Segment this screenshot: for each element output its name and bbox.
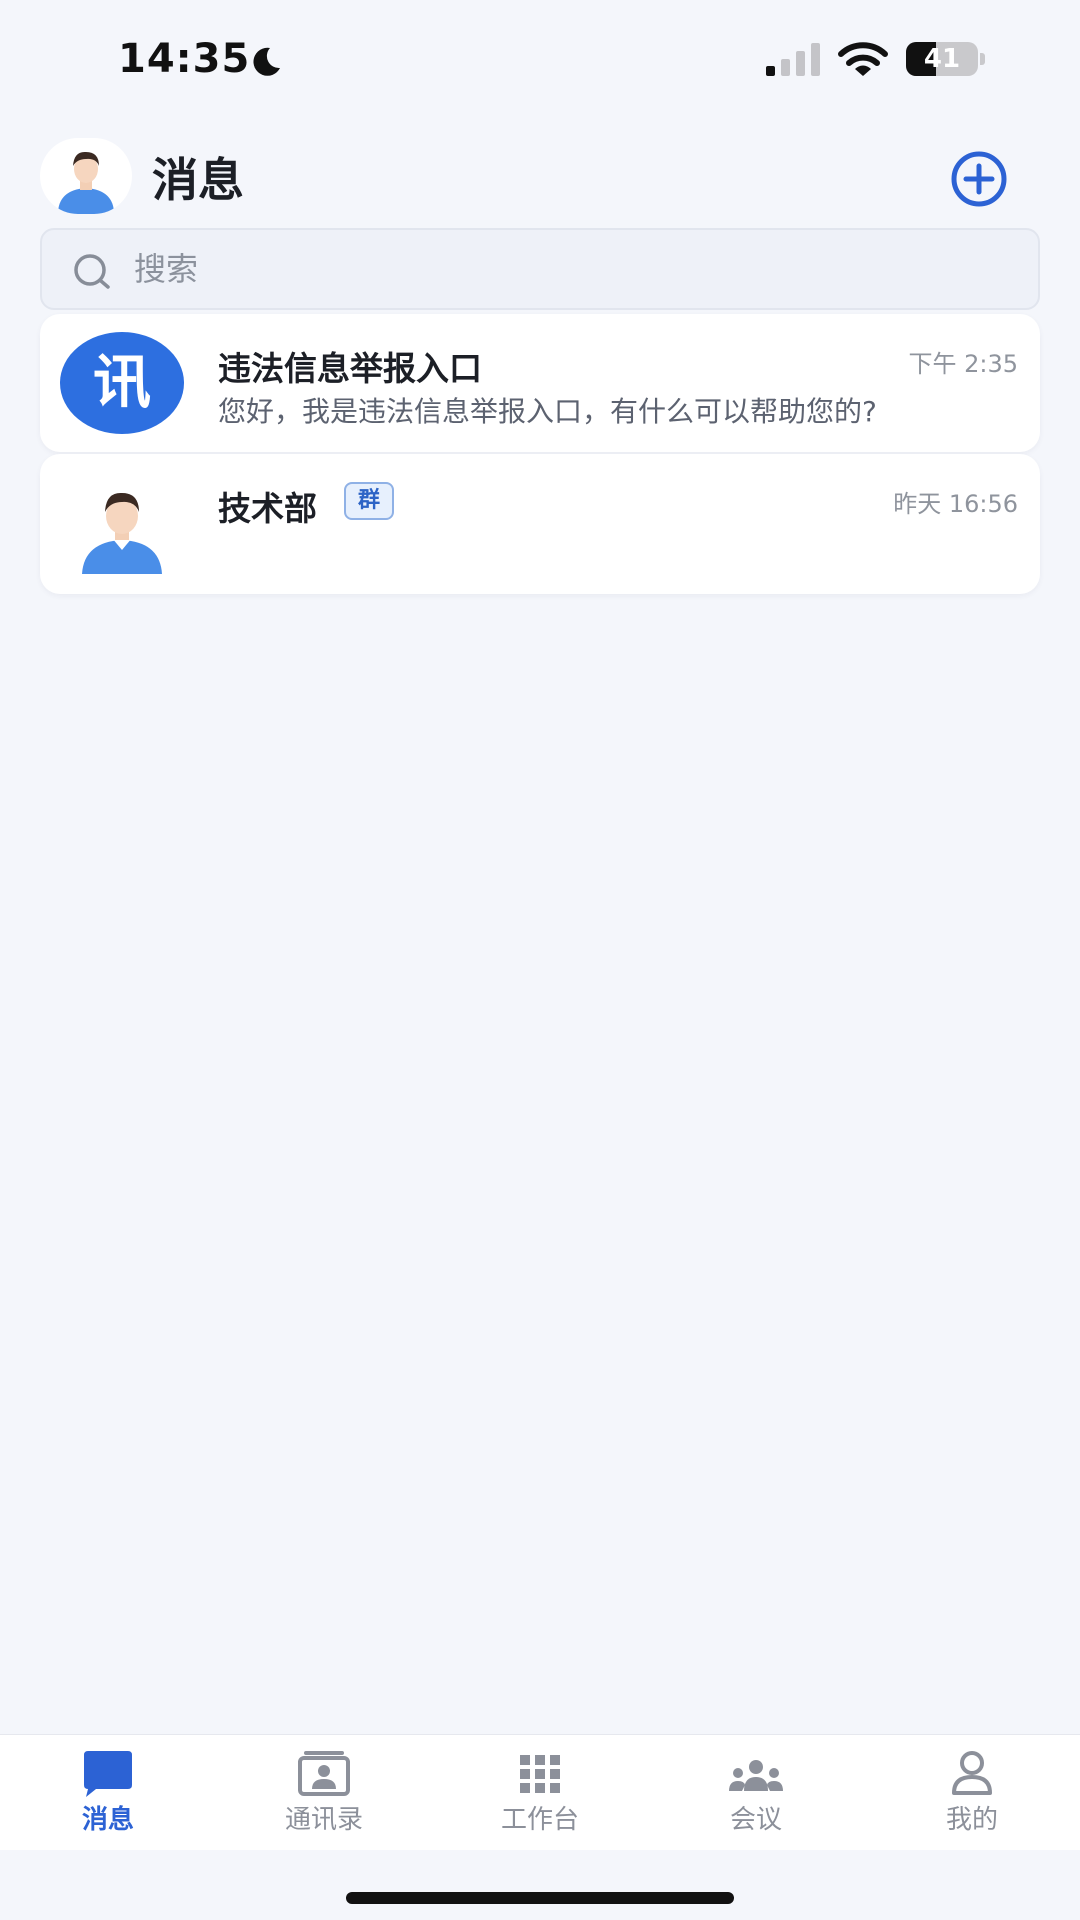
tab-label: 会议 — [729, 1805, 782, 1835]
messages-screen: 14:35 41 消息 搜索 讯 违法信息举报入口 下午 2:35 您好，我是违… — [0, 0, 1080, 1920]
group-badge: 群 — [344, 482, 395, 520]
profile-icon — [952, 1751, 992, 1795]
tab-label: 消息 — [81, 1805, 134, 1835]
conversation-name: 技术部 — [218, 489, 317, 528]
battery-indicator: 41 — [906, 42, 985, 76]
search-bar[interactable] — [40, 228, 1040, 310]
add-button[interactable] — [950, 150, 1008, 208]
tab-messages[interactable]: 消息 — [0, 1735, 216, 1851]
contacts-icon — [298, 1751, 350, 1796]
conversation-time: 昨天 16:56 — [893, 490, 1018, 518]
tab-profile[interactable]: 我的 — [864, 1735, 1080, 1851]
avatar-letter: 讯 — [93, 348, 151, 416]
message-icon — [84, 1751, 132, 1797]
signal-icon — [766, 43, 820, 76]
moon-icon — [253, 47, 280, 76]
status-time: 14:35 — [118, 36, 251, 82]
battery-tip — [980, 53, 985, 65]
battery-body: 41 — [906, 42, 978, 76]
bottom-tab-bar: 消息 通讯录 工作台 会议 我的 — [0, 1734, 1080, 1850]
tab-label: 工作台 — [500, 1805, 579, 1835]
conversation-time: 下午 2:35 — [908, 350, 1018, 378]
grid-icon — [520, 1755, 560, 1793]
tab-contacts[interactable]: 通讯录 — [216, 1735, 432, 1851]
search-icon — [74, 254, 110, 289]
conversation-name: 违法信息举报入口 — [218, 349, 482, 388]
report-channel-avatar: 讯 — [60, 332, 184, 434]
conversation-preview: 您好，我是违法信息举报入口，有什么可以帮助您的? — [218, 395, 877, 428]
status-bar: 14:35 41 — [0, 0, 1080, 120]
tab-label: 通讯录 — [284, 1805, 363, 1835]
search-input[interactable] — [134, 230, 1014, 308]
home-indicator[interactable] — [346, 1892, 734, 1904]
conversation-item[interactable]: 讯 违法信息举报入口 下午 2:35 您好，我是违法信息举报入口，有什么可以帮助… — [40, 314, 1040, 452]
wifi-icon — [838, 42, 888, 76]
user-avatar[interactable] — [40, 138, 132, 214]
battery-percent: 41 — [923, 44, 961, 74]
page-title: 消息 — [152, 153, 244, 207]
conversation-item[interactable]: 技术部 群 昨天 16:56 — [40, 454, 1040, 594]
person-avatar-icon — [82, 492, 162, 574]
tab-meetings[interactable]: 会议 — [648, 1735, 864, 1851]
tab-workbench[interactable]: 工作台 — [432, 1735, 648, 1851]
tab-label: 我的 — [945, 1805, 998, 1835]
meeting-icon — [729, 1760, 783, 1791]
person-avatar-icon — [58, 151, 114, 214]
